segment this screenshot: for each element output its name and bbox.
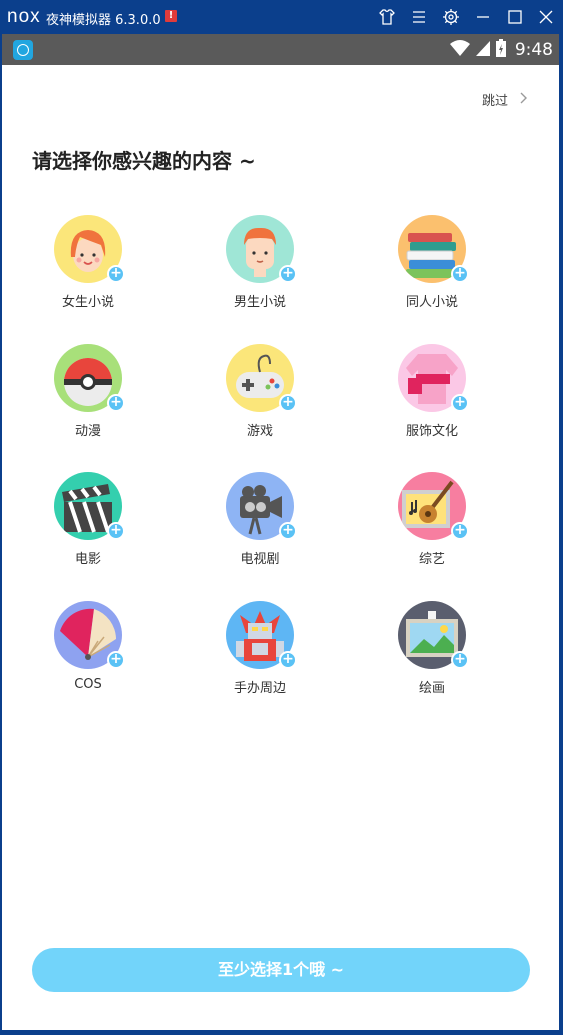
skip-button[interactable]: 跳过	[482, 90, 528, 109]
confirm-button[interactable]: 至少选择1个哦 ~	[32, 948, 530, 992]
chevron-right-icon	[520, 92, 528, 108]
plus-icon[interactable]: +	[451, 522, 469, 540]
category-item[interactable]: + 男生小说	[200, 215, 320, 325]
close-icon[interactable]	[536, 7, 556, 27]
plus-icon[interactable]: +	[107, 651, 125, 669]
category-label: 绘画	[418, 681, 445, 696]
category-item[interactable]: + COS	[28, 601, 148, 711]
gear-icon[interactable]	[441, 7, 461, 27]
category-item[interactable]: + 动漫	[28, 344, 148, 454]
plus-icon[interactable]: +	[279, 522, 297, 540]
category-item[interactable]: + 绘画	[372, 601, 492, 711]
interest-selection-screen: 跳过 请选择你感兴趣的内容 ~ + 女生小说 + 男生小说 + 同人小说 + 动漫 + 游戏 + 服饰…	[2, 65, 559, 1030]
category-item[interactable]: + 游戏	[200, 344, 320, 454]
category-label: 服饰文化	[405, 424, 458, 439]
shirt-icon[interactable]	[377, 7, 397, 27]
plus-icon[interactable]: +	[107, 522, 125, 540]
category-label: COS	[74, 677, 102, 692]
category-label: 男生小说	[233, 295, 286, 310]
category-label: 游戏	[246, 424, 273, 439]
category-label: 女生小说	[61, 295, 114, 310]
app-notification-icon	[13, 40, 33, 60]
skip-label: 跳过	[482, 94, 509, 109]
wifi-icon	[449, 39, 471, 61]
category-item[interactable]: + 电影	[28, 472, 148, 582]
plus-icon[interactable]: +	[279, 265, 297, 283]
category-label: 手办周边	[233, 681, 286, 696]
category-item[interactable]: + 服饰文化	[372, 344, 492, 454]
plus-icon[interactable]: +	[451, 651, 469, 669]
category-label: 综艺	[418, 552, 445, 567]
category-item[interactable]: + 女生小说	[28, 215, 148, 325]
emulator-bottom-border	[0, 1030, 563, 1035]
category-label: 动漫	[74, 424, 101, 439]
plus-icon[interactable]: +	[279, 394, 297, 412]
plus-icon[interactable]: +	[451, 265, 469, 283]
category-item[interactable]: + 综艺	[372, 472, 492, 582]
emulator-title: 夜神模拟器 6.3.0.0	[46, 13, 161, 28]
plus-icon[interactable]: +	[279, 651, 297, 669]
plus-icon[interactable]: +	[451, 394, 469, 412]
maximize-icon[interactable]	[505, 7, 525, 27]
android-statusbar: 9:48	[2, 34, 559, 65]
emulator-titlebar: nox 夜神模拟器 6.3.0.0 !	[0, 0, 563, 34]
warning-badge[interactable]: !	[165, 10, 177, 22]
plus-icon[interactable]: +	[107, 394, 125, 412]
category-label: 同人小说	[405, 295, 458, 310]
page-title: 请选择你感兴趣的内容 ~	[32, 149, 256, 173]
nox-logo: nox	[7, 6, 41, 27]
category-label: 电影	[74, 552, 101, 567]
category-item[interactable]: + 电视剧	[200, 472, 320, 582]
category-item[interactable]: + 手办周边	[200, 601, 320, 711]
clock: 9:48	[514, 40, 553, 60]
minimize-icon[interactable]	[473, 7, 493, 27]
menu-icon[interactable]	[409, 7, 429, 27]
battery-icon	[495, 38, 507, 62]
category-item[interactable]: + 同人小说	[372, 215, 492, 325]
signal-icon	[475, 39, 491, 61]
plus-icon[interactable]: +	[107, 265, 125, 283]
category-label: 电视剧	[240, 552, 280, 567]
